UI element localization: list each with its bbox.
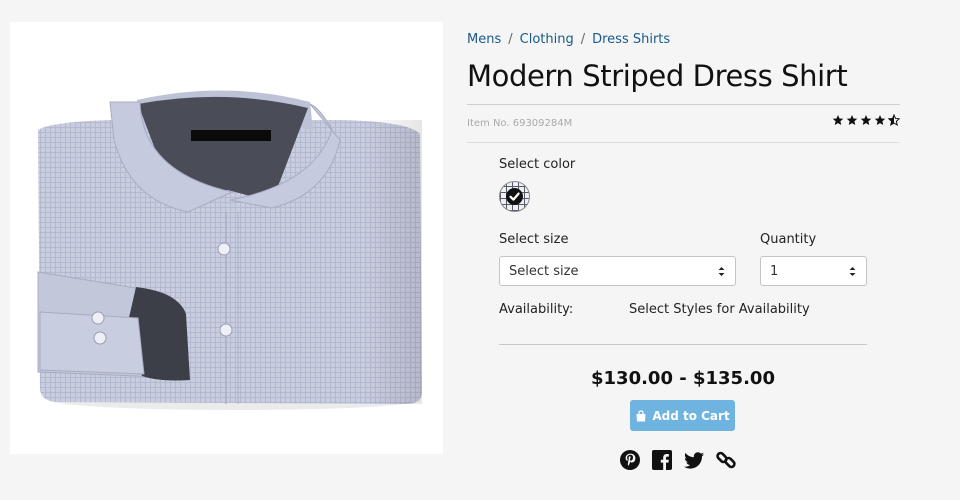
select-arrows-icon xyxy=(718,266,725,277)
add-to-cart-button[interactable]: Add to Cart xyxy=(630,400,735,431)
size-select-value: Select size xyxy=(509,263,579,279)
star-full-icon xyxy=(846,115,858,125)
color-label: Select color xyxy=(499,157,576,172)
twitter-icon[interactable] xyxy=(683,449,705,471)
shopping-bag-icon xyxy=(636,409,646,421)
quantity-select-value: 1 xyxy=(770,263,779,279)
quantity-label: Quantity xyxy=(760,232,817,247)
star-full-icon xyxy=(874,115,886,125)
breadcrumb-link-dress-shirts[interactable]: Dress Shirts xyxy=(592,32,670,47)
color-swatch[interactable] xyxy=(499,181,530,212)
share-links xyxy=(619,449,737,471)
product-details: Mens / Clothing / Dress Shirts Modern St… xyxy=(467,0,900,500)
divider xyxy=(467,104,900,105)
add-to-cart-label: Add to Cart xyxy=(652,408,730,423)
divider xyxy=(467,142,900,143)
size-label: Select size xyxy=(499,232,569,247)
pinterest-icon[interactable] xyxy=(619,449,641,471)
breadcrumb-link-mens[interactable]: Mens xyxy=(467,32,501,47)
item-number: Item No. 69309284M xyxy=(467,118,573,129)
rating-stars[interactable] xyxy=(832,114,900,126)
star-full-icon xyxy=(832,115,844,125)
availability-label: Availability: xyxy=(499,302,574,317)
breadcrumb-separator: / xyxy=(508,32,513,47)
checkmark-icon xyxy=(506,188,523,205)
product-title: Modern Striped Dress Shirt xyxy=(467,59,848,93)
select-arrows-icon xyxy=(849,266,856,277)
availability-value: Select Styles for Availability xyxy=(629,302,810,317)
divider xyxy=(499,344,867,345)
price-range: $130.00 - $135.00 xyxy=(591,368,775,389)
breadcrumb-separator: / xyxy=(580,32,586,47)
breadcrumb: Mens / Clothing / Dress Shirts xyxy=(467,32,670,47)
star-half-icon xyxy=(888,114,900,126)
star-full-icon xyxy=(860,115,872,125)
facebook-icon[interactable] xyxy=(651,449,673,471)
shirt-illustration xyxy=(37,90,422,410)
breadcrumb-link-clothing[interactable]: Clothing xyxy=(520,32,574,47)
size-select[interactable]: Select size xyxy=(499,256,736,286)
link-icon[interactable] xyxy=(715,449,737,471)
quantity-select[interactable]: 1 xyxy=(760,256,867,286)
product-image xyxy=(10,22,443,454)
